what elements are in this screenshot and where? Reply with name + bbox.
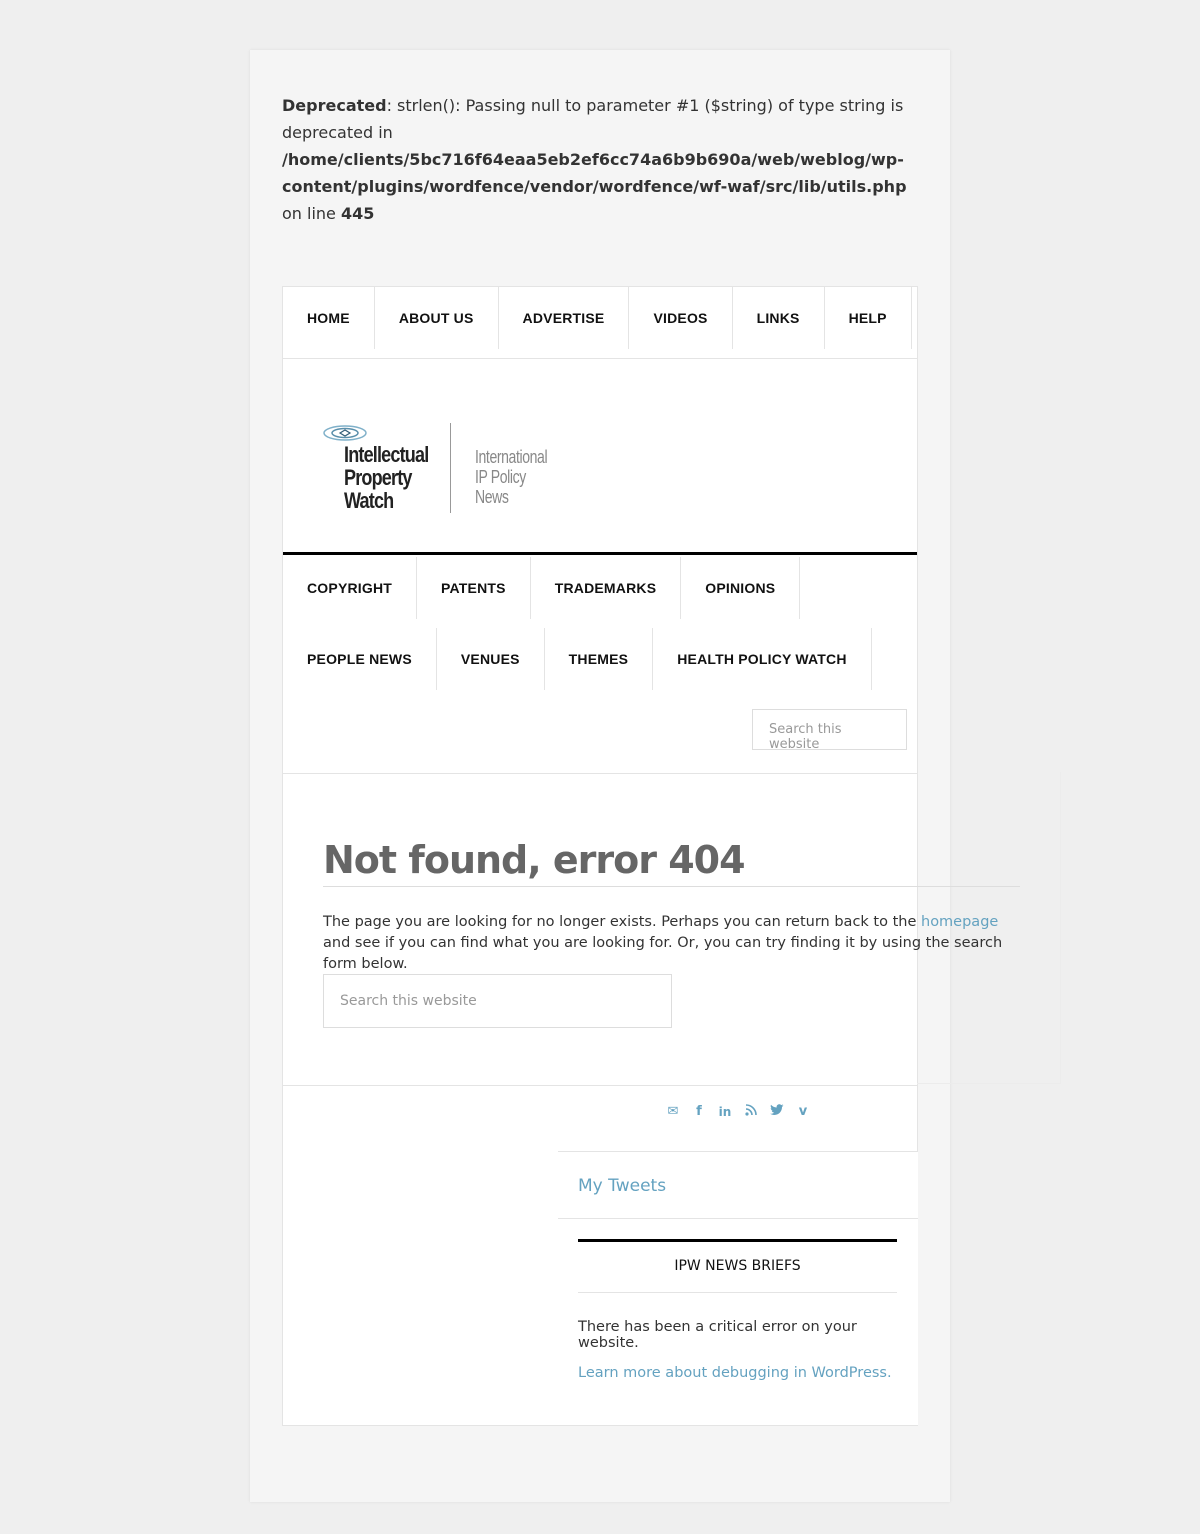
- facebook-icon[interactable]: f: [692, 1104, 706, 1120]
- nav-advertise[interactable]: ADVERTISE: [499, 287, 630, 349]
- sidebar: My Tweets IPW NEWS BRIEFS There has been…: [558, 1151, 918, 1425]
- logo-divider: [450, 423, 451, 513]
- logo-name: Intellectual Property Watch: [344, 442, 429, 513]
- debugging-link[interactable]: Learn more about debugging in WordPress.: [578, 1365, 892, 1381]
- logo-tag-line1: International: [475, 447, 548, 467]
- error-message: The page you are looking for no longer e…: [323, 912, 1023, 975]
- briefs-error-text: There has been a critical error on your …: [578, 1319, 857, 1351]
- site-logo[interactable]: Intellectual Property Watch Internationa…: [323, 423, 573, 515]
- nav-health-policy-watch[interactable]: HEALTH POLICY WATCH: [653, 628, 872, 690]
- nav-patents[interactable]: PATENTS: [417, 557, 531, 619]
- nav-themes[interactable]: THEMES: [545, 628, 654, 690]
- tweets-rule: [558, 1218, 918, 1219]
- briefs-rule: [578, 1292, 897, 1293]
- nav-copyright[interactable]: COPYRIGHT: [283, 557, 418, 619]
- error-text-after: and see if you can find what you are loo…: [323, 935, 1003, 972]
- nav-venues[interactable]: VENUES: [437, 628, 545, 690]
- nav-trademarks[interactable]: TRADEMARKS: [531, 557, 682, 619]
- top-nav: HOME ABOUT US ADVERTISE VIDEOS LINKS HEL…: [283, 287, 917, 359]
- deprecated-line: 445: [340, 204, 375, 223]
- main-nav-row: PEOPLE NEWS VENUES THEMES HEALTH POLICY …: [283, 628, 917, 699]
- my-tweets-link[interactable]: My Tweets: [578, 1176, 666, 1196]
- vimeo-icon[interactable]: v: [796, 1104, 810, 1120]
- briefs-title: IPW NEWS BRIEFS: [674, 1258, 801, 1274]
- linkedin-icon[interactable]: in: [718, 1104, 732, 1120]
- nav-people-news[interactable]: PEOPLE NEWS: [283, 628, 437, 690]
- logo-name-line2: Property: [344, 465, 412, 490]
- logo-swirl-icon: [323, 425, 367, 441]
- logo-tagline: International IP Policy News: [475, 447, 551, 507]
- main-nav-row: COPYRIGHT PATENTS TRADEMARKS OPINIONS: [283, 557, 917, 628]
- header-search-input[interactable]: Search this website: [752, 709, 907, 752]
- social-icons: ✉ f in v: [666, 1104, 810, 1120]
- footer-divider: [283, 1085, 917, 1086]
- deprecated-notice: Deprecated: strlen(): Passing null to pa…: [282, 92, 912, 227]
- deprecated-label: Deprecated: [282, 96, 387, 115]
- nav-help[interactable]: HELP: [825, 287, 912, 349]
- rss-icon[interactable]: [744, 1104, 758, 1120]
- logo-name-line1: Intellectual: [344, 442, 429, 467]
- nav-opinions[interactable]: OPINIONS: [681, 557, 801, 619]
- homepage-link[interactable]: homepage: [921, 914, 998, 930]
- error-text-before: The page you are looking for no longer e…: [323, 914, 921, 930]
- title-rule: [323, 886, 1020, 887]
- content-divider: [283, 773, 917, 774]
- main-nav: COPYRIGHT PATENTS TRADEMARKS OPINIONS PE…: [283, 557, 917, 699]
- logo-name-line3: Watch: [344, 488, 394, 513]
- main-search-input[interactable]: Search this website: [323, 974, 672, 1028]
- briefs-top-rule: [578, 1239, 897, 1242]
- nav-home[interactable]: HOME: [283, 287, 375, 349]
- page-title: Not found, error 404: [323, 838, 746, 882]
- deprecated-on-line: on line: [282, 204, 341, 223]
- site-header: Intellectual Property Watch Internationa…: [283, 359, 917, 555]
- logo-tag-line2: IP Policy News: [475, 467, 526, 507]
- twitter-icon[interactable]: [770, 1104, 784, 1120]
- deprecated-path: /home/clients/5bc716f64eaa5eb2ef6cc74a6b…: [282, 150, 907, 196]
- nav-links[interactable]: LINKS: [733, 287, 825, 349]
- nav-videos[interactable]: VIDEOS: [629, 287, 733, 349]
- nav-about-us[interactable]: ABOUT US: [375, 287, 499, 349]
- email-icon[interactable]: ✉: [666, 1104, 680, 1120]
